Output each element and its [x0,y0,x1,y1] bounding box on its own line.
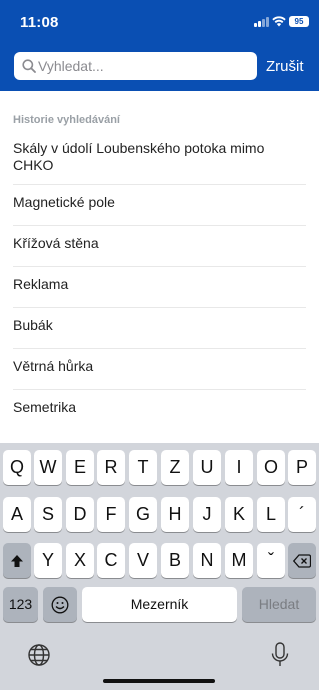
key-l[interactable]: L [257,497,285,532]
key-g[interactable]: G [129,497,157,532]
key-m[interactable]: M [225,543,253,578]
key-e[interactable]: E [66,450,94,485]
history-list: Skály v údolí Loubenského potoka mimo CH… [13,131,306,431]
history-item[interactable]: Bubák [13,308,306,349]
key-u[interactable]: U [193,450,221,485]
status-time: 11:08 [20,14,59,31]
home-indicator [103,679,215,683]
search-icon [22,59,36,73]
key-v[interactable]: V [129,543,157,578]
battery-icon: 95 [289,16,309,27]
shift-key[interactable] [3,543,31,578]
key-q[interactable]: Q [3,450,31,485]
search-input[interactable] [38,57,248,75]
key-n[interactable]: N [193,543,221,578]
microphone-icon[interactable] [270,642,290,668]
history-item[interactable]: Křížová stěna [13,226,306,267]
search-key[interactable]: Hledat [242,587,316,622]
key-h[interactable]: H [161,497,189,532]
key-f[interactable]: F [97,497,125,532]
key-b[interactable]: B [161,543,189,578]
globe-icon[interactable] [27,643,51,667]
history-item[interactable]: Větrná hůrka [13,349,306,390]
cancel-button[interactable]: Zrušit [266,58,304,75]
key-z[interactable]: Z [161,450,189,485]
key-caron[interactable]: ˇ [257,543,285,578]
search-history-panel: Historie vyhledávání Skály v údolí Loube… [0,91,319,443]
key-o[interactable]: O [257,450,285,485]
key-acute-accent[interactable]: ´ [288,497,316,532]
key-x[interactable]: X [66,543,94,578]
space-key[interactable]: Mezerník [82,587,237,622]
key-s[interactable]: S [34,497,62,532]
backspace-icon [292,554,312,568]
history-item[interactable]: Reklama [13,267,306,308]
history-item[interactable]: Skály v údolí Loubenského potoka mimo CH… [13,131,306,185]
key-t[interactable]: T [129,450,157,485]
backspace-key[interactable] [288,543,316,578]
key-c[interactable]: C [97,543,125,578]
cellular-signal-icon [254,17,270,27]
key-i[interactable]: I [225,450,253,485]
history-heading: Historie vyhledávání [13,114,120,126]
emoji-key[interactable] [43,587,77,622]
key-d[interactable]: D [66,497,94,532]
keyboard: Q W E R T Z U I O P A S D F G H J K L ´ … [0,443,319,690]
search-field[interactable] [14,52,257,80]
key-r[interactable]: R [97,450,125,485]
app-header: 11:08 95 Zrušit [0,0,319,91]
key-w[interactable]: W [34,450,62,485]
key-j[interactable]: J [193,497,221,532]
key-k[interactable]: K [225,497,253,532]
key-p[interactable]: P [288,450,316,485]
history-item[interactable]: Semetrika [13,390,306,431]
emoji-icon [51,596,69,614]
numbers-key[interactable]: 123 [3,587,38,622]
key-a[interactable]: A [3,497,31,532]
status-bar: 11:08 95 [0,0,319,44]
history-item[interactable]: Magnetické pole [13,185,306,226]
shift-icon [11,555,23,567]
key-y[interactable]: Y [34,543,62,578]
wifi-icon [272,16,286,27]
